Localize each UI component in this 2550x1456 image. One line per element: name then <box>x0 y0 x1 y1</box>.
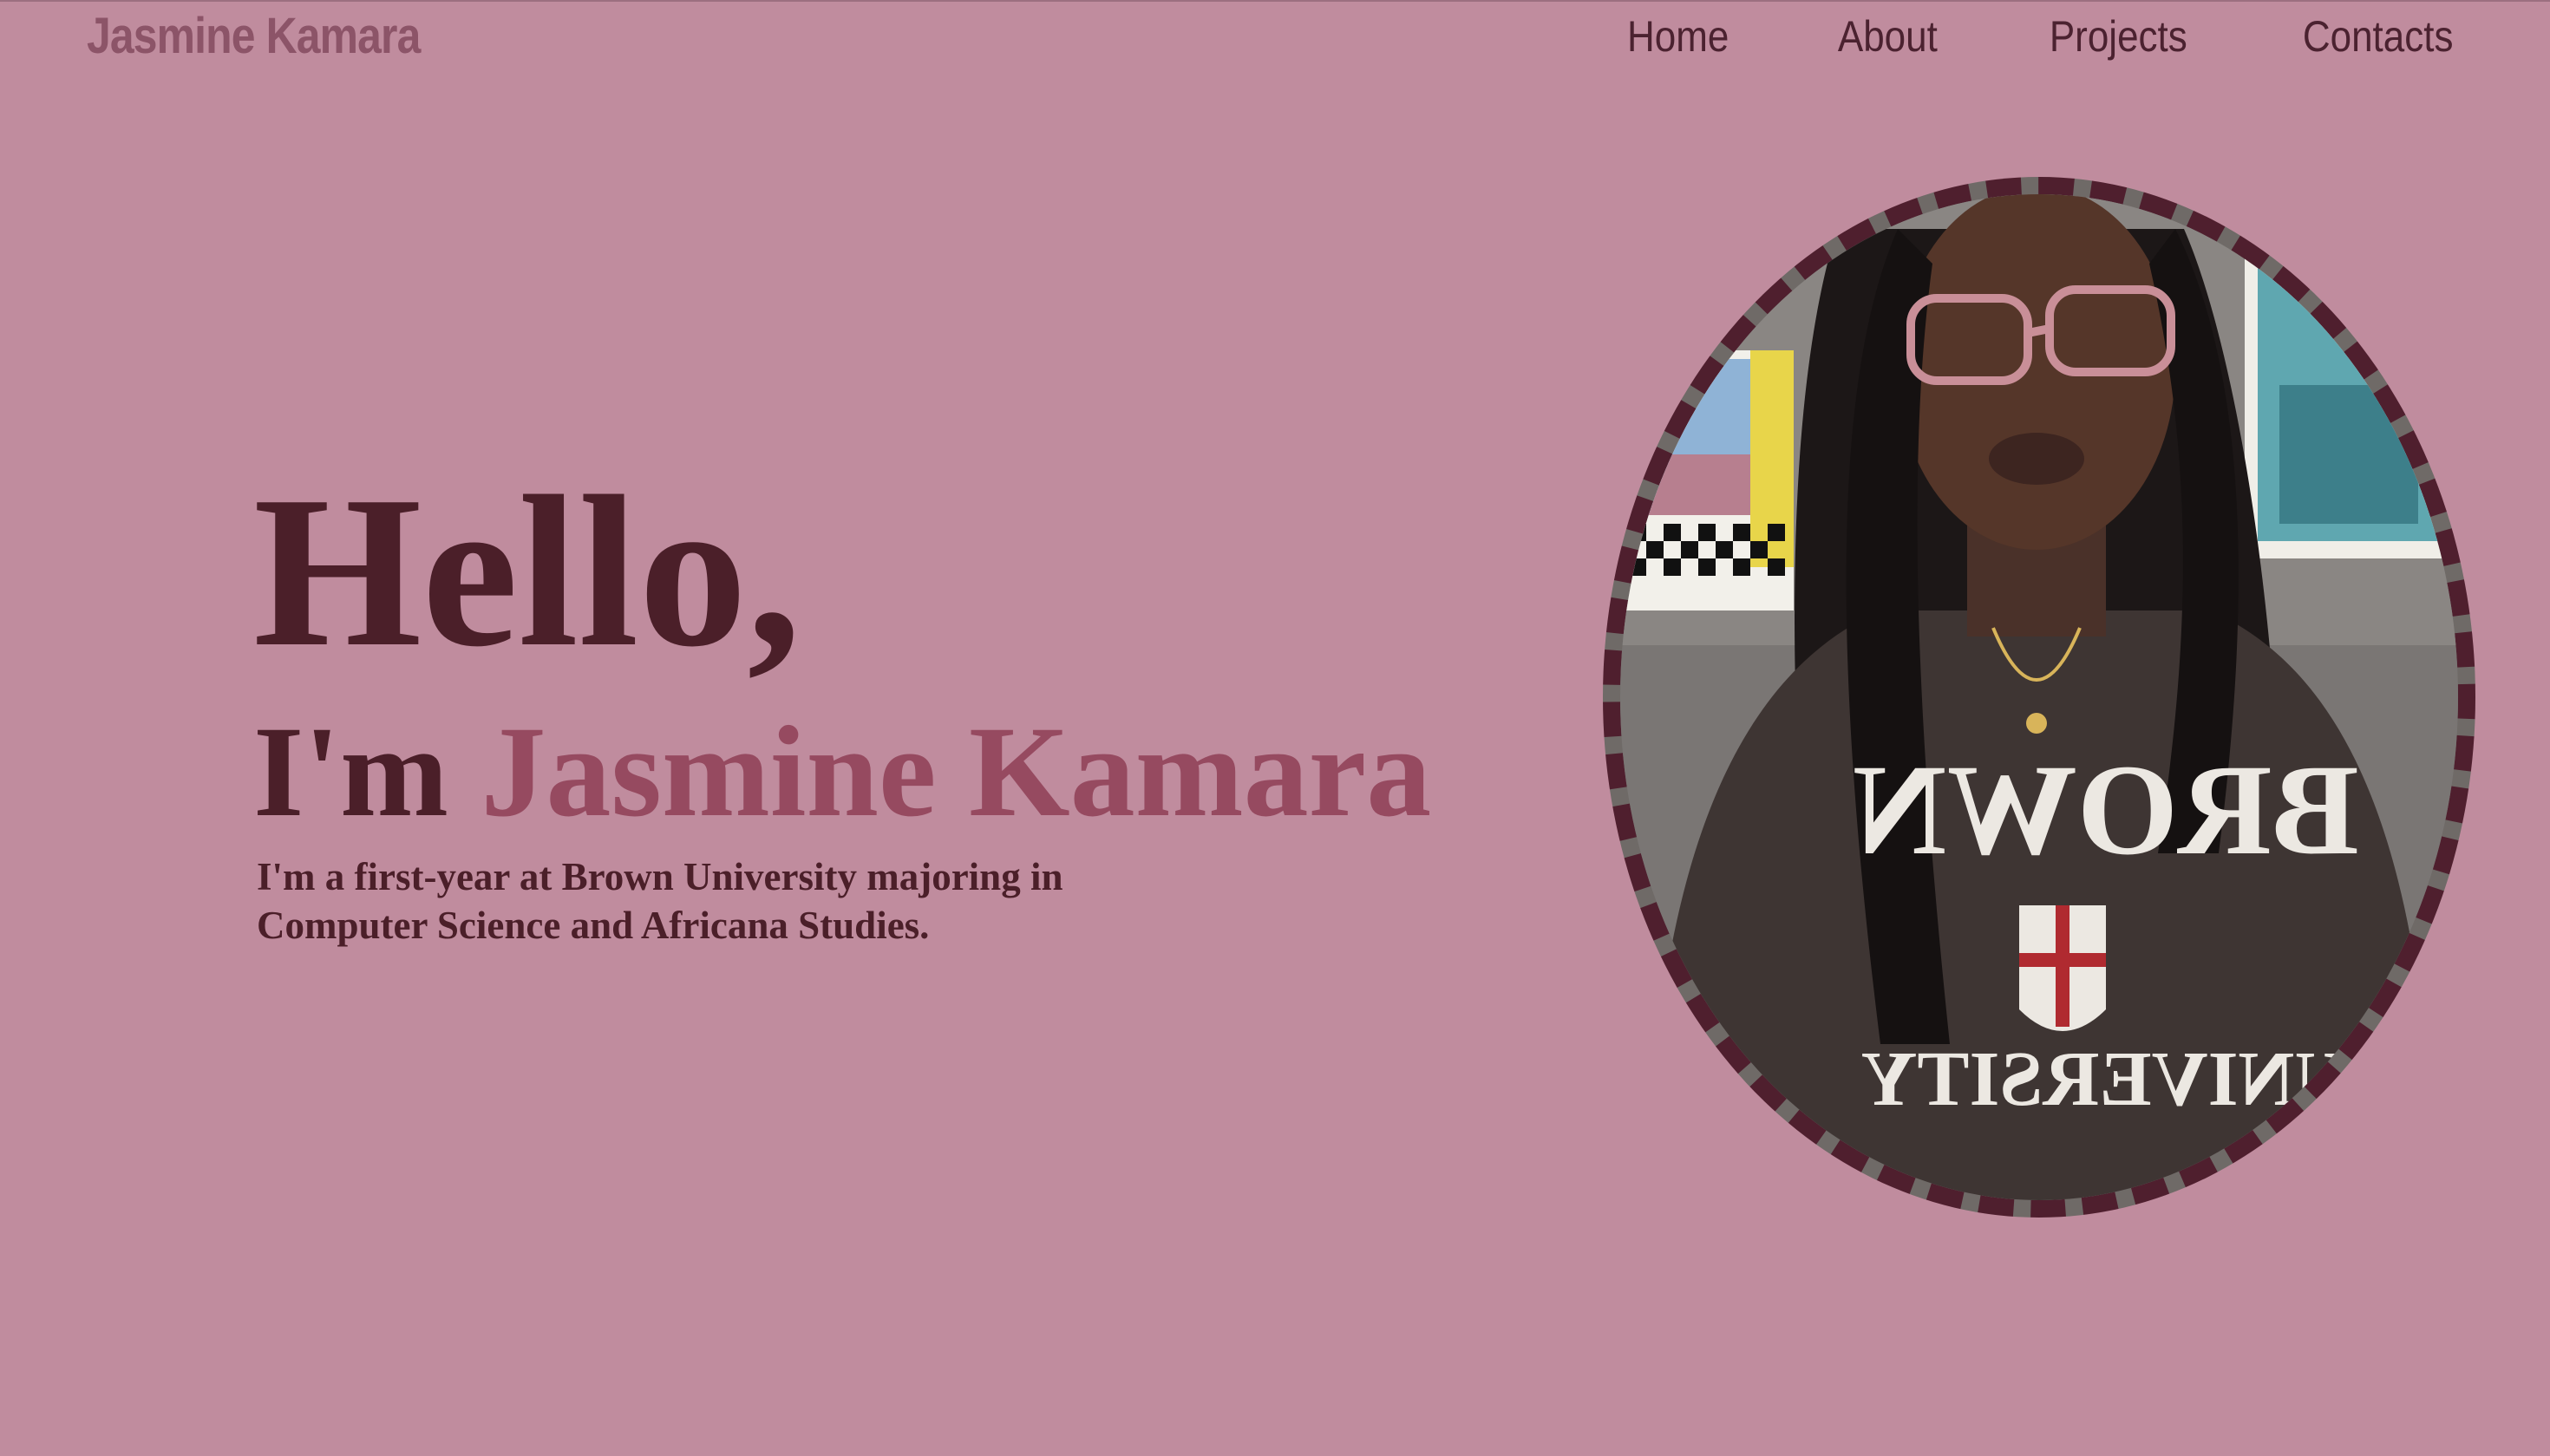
brown-shield <box>2019 905 2106 1031</box>
wall-poster-right <box>2245 246 2458 558</box>
sweatshirt-text-bottom: UNIVERSITY <box>1860 1036 2351 1122</box>
nav-about[interactable]: About <box>1838 11 1938 62</box>
site-brand[interactable]: Jasmine Kamara <box>87 2 421 71</box>
nav-home[interactable]: Home <box>1627 11 1729 62</box>
hero-section: Hello, I'm Jasmine Kamara I'm a first-ye… <box>253 464 1468 950</box>
hero-intro: I'm Jasmine Kamara <box>253 707 1468 837</box>
profile-photo-illustration: BROWN UNIVERSITY <box>1620 194 2458 1200</box>
sweatshirt-text-top: BROWN <box>1853 738 2358 882</box>
hero-greeting: Hello, <box>253 452 801 692</box>
main-nav: Home About Projects Contacts <box>1525 2 2463 71</box>
nav-contacts[interactable]: Contacts <box>2303 11 2454 62</box>
wall-poster-left <box>1620 350 1794 610</box>
hero-tagline: I'm a first-year at Brown University maj… <box>257 855 1063 947</box>
nav-projects[interactable]: Projects <box>2050 11 2187 62</box>
hero-intro-prefix: I'm <box>253 700 481 844</box>
profile-photo: BROWN UNIVERSITY <box>1603 177 2475 1218</box>
hero-name: Jasmine Kamara <box>481 700 1432 844</box>
